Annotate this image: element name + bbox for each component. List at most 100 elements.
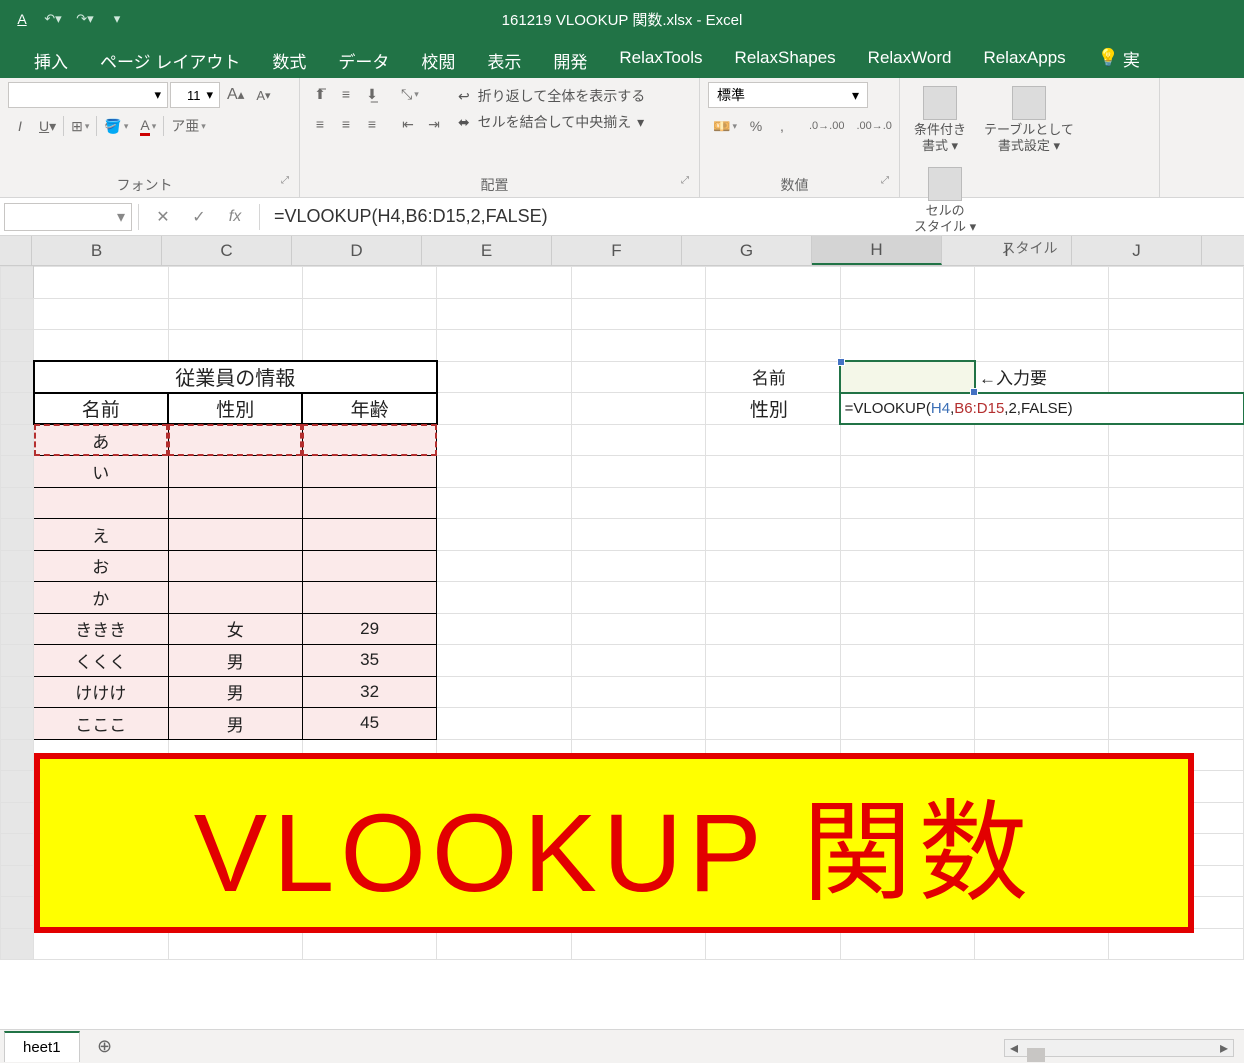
horizontal-scrollbar[interactable]: ◂ ▸	[1004, 1039, 1234, 1057]
add-sheet-button[interactable]: ⊕	[90, 1032, 120, 1062]
merge-icon: ⬌	[458, 114, 470, 131]
table-row: あ	[34, 424, 168, 456]
tab-relaxshapes[interactable]: RelaxShapes	[719, 38, 852, 78]
table-row: お	[34, 550, 168, 582]
sheet-tab-bar: heet1 ⊕ ⋮ ◂ ▸	[0, 1029, 1244, 1063]
tab-developer[interactable]: 開発	[537, 38, 603, 78]
spreadsheet-grid[interactable]: 従業員の情報 名前 ←入力要 名前 性別 年齢 性別 =VLOOKUP(H4,B…	[0, 266, 1244, 1026]
lookup-name-input[interactable]	[840, 361, 974, 393]
conditional-formatting-button[interactable]: 条件付き 書式 ▾	[908, 82, 972, 157]
enter-formula-button[interactable]: ✓	[181, 202, 217, 232]
col-header-d[interactable]: D	[292, 236, 422, 265]
align-launcher-icon[interactable]: ⤢	[681, 175, 691, 195]
overlay-banner: VLOOKUP 関数	[34, 753, 1194, 933]
table-row: くくく	[34, 645, 168, 677]
window-title: 161219 VLOOKUP 関数.xlsx - Excel	[130, 9, 1114, 30]
percent-format-icon[interactable]: %	[744, 114, 768, 138]
table-icon	[1012, 86, 1046, 120]
col-header-f[interactable]: F	[552, 236, 682, 265]
group-align-label: 配置	[308, 175, 681, 195]
tab-data[interactable]: データ	[322, 38, 405, 78]
align-middle-icon[interactable]: ≡	[334, 82, 358, 106]
col-header-j[interactable]: J	[1072, 236, 1202, 265]
table-row: か	[34, 582, 168, 614]
number-format-dropdown[interactable]: 標準▾	[708, 82, 868, 108]
merge-center-button[interactable]: ⬌ セルを結合して中央揃え ▾	[458, 112, 645, 132]
decrease-indent-icon[interactable]: ⇤	[396, 112, 420, 136]
accounting-format-icon[interactable]: 💴	[708, 114, 742, 138]
decrease-decimal-icon[interactable]: .00→.0	[851, 114, 896, 138]
align-bottom-icon[interactable]: ⬇̲	[360, 82, 384, 106]
tell-me[interactable]: 💡実	[1082, 38, 1156, 78]
wrap-icon: ↩	[458, 88, 470, 105]
formula-input[interactable]: =VLOOKUP(H4,B6:D15,2,FALSE)	[266, 206, 1244, 227]
table-row: い	[34, 456, 168, 488]
banner-text: VLOOKUP 関数	[194, 763, 1034, 923]
col-header-g[interactable]: G	[682, 236, 812, 265]
col-gender: 性別	[168, 393, 302, 425]
align-left-icon[interactable]: ≡	[308, 112, 332, 136]
tab-relaxword[interactable]: RelaxWord	[852, 38, 968, 78]
col-header-i[interactable]: I	[942, 236, 1072, 265]
name-box[interactable]: ▾	[4, 203, 132, 231]
col-header-e[interactable]: E	[422, 236, 552, 265]
tab-insert[interactable]: 挿入	[18, 38, 84, 78]
file-area[interactable]: A	[10, 7, 34, 31]
table-row: こここ	[34, 708, 168, 740]
qat-customize[interactable]: ▾	[104, 7, 130, 31]
undo-button[interactable]: ↶▾	[40, 7, 66, 31]
font-color-button[interactable]: A	[135, 114, 161, 138]
decrease-font-icon[interactable]: A▾	[251, 83, 275, 107]
col-header-c[interactable]: C	[162, 236, 292, 265]
align-top-icon[interactable]: ⬆̅	[308, 82, 332, 106]
group-number-label: 数値	[708, 175, 881, 195]
orientation-icon[interactable]: ⤡	[396, 82, 424, 106]
format-as-table-button[interactable]: テーブルとして 書式設定 ▾	[978, 82, 1080, 157]
group-number: 標準▾ 💴 % , .0→.00 .00→.0 数値⤢	[700, 78, 900, 197]
comma-format-icon[interactable]: ,	[770, 114, 794, 138]
col-header-h[interactable]: H	[812, 236, 942, 265]
cell-styles-button[interactable]: セルの スタイル ▾	[908, 163, 982, 238]
table-title: 従業員の情報	[34, 361, 437, 393]
title-bar: A ↶▾ ↷▾ ▾ 161219 VLOOKUP 関数.xlsx - Excel	[0, 0, 1244, 38]
align-center-icon[interactable]: ≡	[334, 112, 358, 136]
tab-relaxapps[interactable]: RelaxApps	[967, 38, 1081, 78]
col-header-b[interactable]: B	[32, 236, 162, 265]
underline-button[interactable]: U ▾	[34, 114, 61, 138]
font-name-box[interactable]: ▾	[8, 82, 168, 108]
select-all-corner[interactable]	[0, 236, 32, 265]
tab-review[interactable]: 校閲	[405, 38, 471, 78]
lightbulb-icon: 💡	[1098, 48, 1119, 68]
scroll-left-icon[interactable]: ◂	[1005, 1038, 1023, 1058]
wrap-text-button[interactable]: ↩ 折り返して全体を表示する	[458, 86, 645, 106]
column-headers: B C D E F G H I J	[0, 236, 1244, 266]
font-size-box[interactable]: 11▾	[170, 82, 220, 108]
align-right-icon[interactable]: ≡	[360, 112, 384, 136]
increase-font-icon[interactable]: A▴	[222, 83, 249, 107]
table-row	[34, 487, 168, 519]
font-launcher-icon[interactable]: ⤢	[281, 175, 291, 195]
tab-view[interactable]: 表示	[471, 38, 537, 78]
number-launcher-icon[interactable]: ⤢	[881, 175, 891, 195]
conditional-formatting-icon	[923, 86, 957, 120]
tab-formulas[interactable]: 数式	[256, 38, 322, 78]
group-font: ▾ 11▾ A▴ A▾ I U ▾ ⊞ 🪣 A ア亜 フォント⤢	[0, 78, 300, 197]
cancel-formula-button[interactable]: ✕	[145, 202, 181, 232]
tab-relaxtools[interactable]: RelaxTools	[603, 38, 718, 78]
table-row: え	[34, 519, 168, 551]
increase-indent-icon[interactable]: ⇥	[422, 112, 446, 136]
borders-button[interactable]: ⊞	[66, 114, 94, 138]
cell-styles-icon	[928, 167, 962, 201]
tab-page-layout[interactable]: ページ レイアウト	[84, 38, 256, 78]
lookup-gender-formula[interactable]: =VLOOKUP(H4,B6:D15,2,FALSE)	[840, 393, 1243, 425]
sheet-tab-1[interactable]: heet1	[4, 1031, 80, 1062]
redo-button[interactable]: ↷▾	[72, 7, 98, 31]
increase-decimal-icon[interactable]: .0→.00	[804, 114, 849, 138]
fx-button[interactable]: fx	[217, 202, 253, 232]
italic-button[interactable]: I	[8, 114, 32, 138]
table-row: ききき	[34, 613, 168, 645]
phonetic-button[interactable]: ア亜	[166, 114, 211, 138]
scroll-thumb[interactable]	[1027, 1048, 1045, 1062]
scroll-right-icon[interactable]: ▸	[1215, 1038, 1233, 1058]
fill-color-button[interactable]: 🪣	[99, 114, 133, 138]
